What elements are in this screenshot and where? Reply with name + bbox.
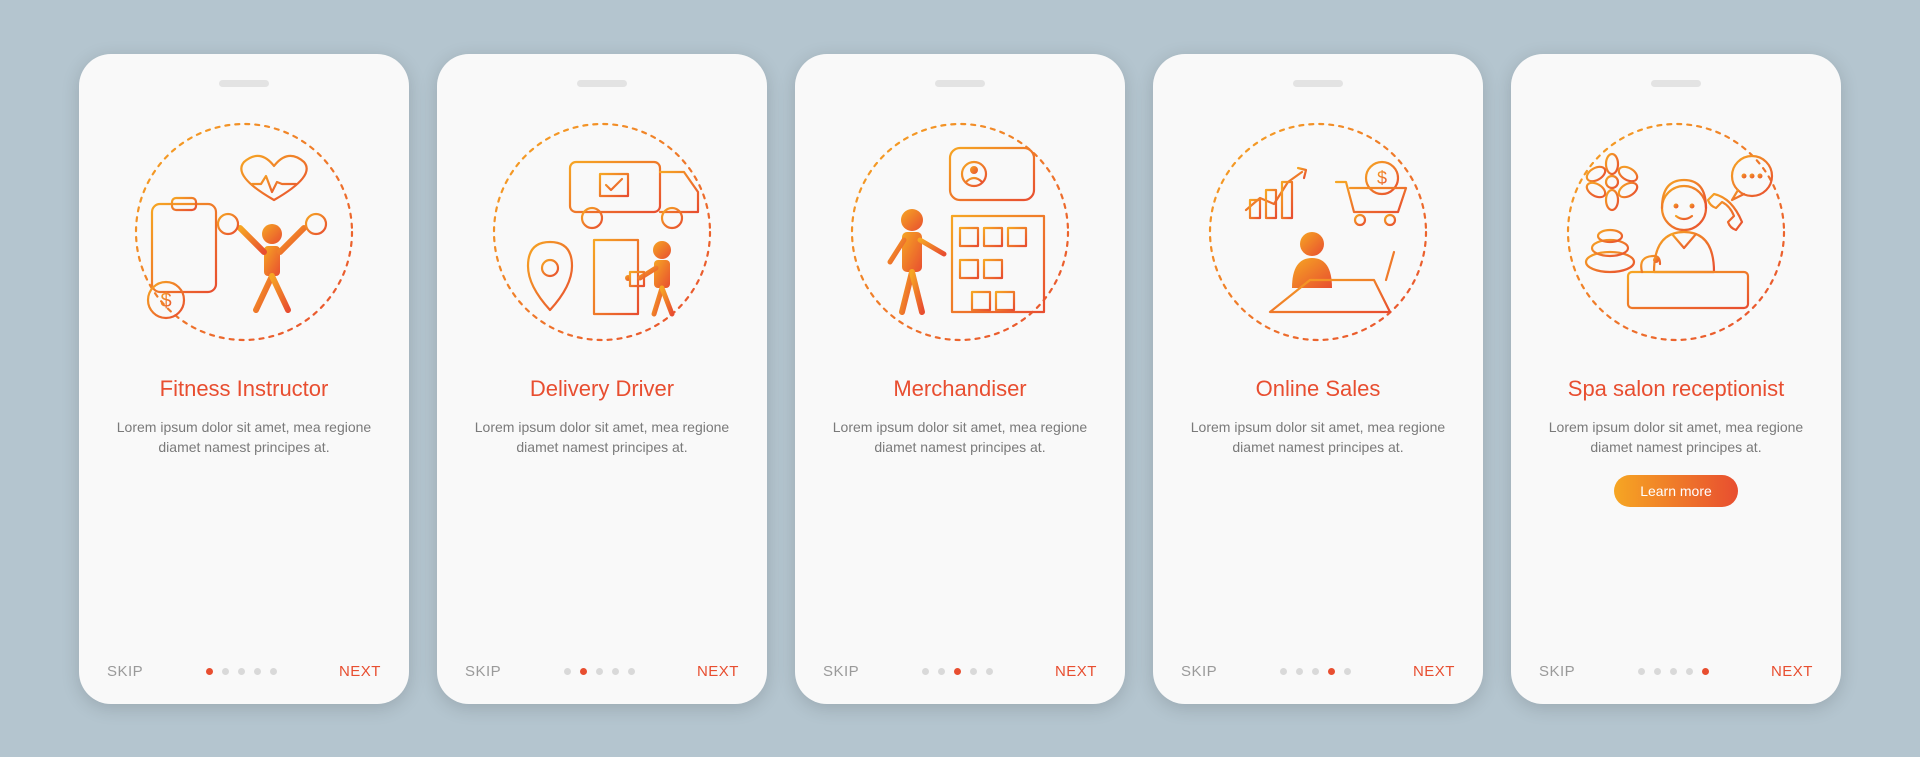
dot	[986, 668, 993, 675]
next-button[interactable]: NEXT	[1771, 663, 1813, 680]
dot	[612, 668, 619, 675]
dot	[596, 668, 603, 675]
phone-speaker	[1293, 80, 1343, 87]
page-indicator	[1280, 668, 1351, 675]
dot	[206, 668, 213, 675]
skip-button[interactable]: SKIP	[1181, 663, 1217, 680]
next-button[interactable]: NEXT	[1413, 663, 1455, 680]
screen-title: Fitness Instructor	[107, 375, 381, 403]
dot	[1702, 668, 1709, 675]
onboarding-screen: Spa salon receptionist Lorem ipsum dolor…	[1511, 54, 1841, 704]
dot	[1344, 668, 1351, 675]
page-indicator	[1638, 668, 1709, 675]
skip-button[interactable]: SKIP	[1539, 663, 1575, 680]
dot	[938, 668, 945, 675]
page-indicator	[564, 668, 635, 675]
skip-button[interactable]: SKIP	[823, 663, 859, 680]
dot	[254, 668, 261, 675]
merchandiser-icon	[823, 107, 1097, 357]
screen-description: Lorem ipsum dolor sit amet, mea regione …	[823, 417, 1097, 458]
page-indicator	[206, 668, 277, 675]
dot	[222, 668, 229, 675]
learn-more-button[interactable]: Learn more	[1614, 475, 1738, 507]
online-sales-icon: $	[1181, 107, 1455, 357]
page-indicator	[922, 668, 993, 675]
phone-speaker	[219, 80, 269, 87]
dot	[580, 668, 587, 675]
dot	[954, 668, 961, 675]
dot	[922, 668, 929, 675]
dot	[1670, 668, 1677, 675]
phone-speaker	[935, 80, 985, 87]
onboarding-screen: $ Online Sales Lorem ipsum dolor sit ame…	[1153, 54, 1483, 704]
next-button[interactable]: NEXT	[1055, 663, 1097, 680]
dot	[628, 668, 635, 675]
dot	[1686, 668, 1693, 675]
dot	[1280, 668, 1287, 675]
next-button[interactable]: NEXT	[339, 663, 381, 680]
fitness-instructor-icon: $	[107, 107, 381, 357]
phone-speaker	[1651, 80, 1701, 87]
dot	[238, 668, 245, 675]
dot	[1296, 668, 1303, 675]
screen-description: Lorem ipsum dolor sit amet, mea regione …	[1181, 417, 1455, 458]
next-button[interactable]: NEXT	[697, 663, 739, 680]
onboarding-screen: $ Fitness Instructor Lorem ipsum dolor s…	[79, 54, 409, 704]
skip-button[interactable]: SKIP	[107, 663, 143, 680]
onboarding-screen: Merchandiser Lorem ipsum dolor sit amet,…	[795, 54, 1125, 704]
screen-description: Lorem ipsum dolor sit amet, mea regione …	[1539, 417, 1813, 458]
screen-description: Lorem ipsum dolor sit amet, mea regione …	[465, 417, 739, 458]
skip-button[interactable]: SKIP	[465, 663, 501, 680]
screen-title: Delivery Driver	[465, 375, 739, 403]
delivery-driver-icon	[465, 107, 739, 357]
screen-title: Merchandiser	[823, 375, 1097, 403]
dot	[1638, 668, 1645, 675]
screen-description: Lorem ipsum dolor sit amet, mea regione …	[107, 417, 381, 458]
screen-title: Online Sales	[1181, 375, 1455, 403]
dot	[1654, 668, 1661, 675]
phone-speaker	[577, 80, 627, 87]
dot	[970, 668, 977, 675]
dot	[564, 668, 571, 675]
dot	[1328, 668, 1335, 675]
svg-text:$: $	[160, 290, 171, 312]
screen-title: Spa salon receptionist	[1539, 375, 1813, 403]
spa-receptionist-icon	[1539, 107, 1813, 357]
svg-text:$: $	[1377, 168, 1387, 188]
dot	[1312, 668, 1319, 675]
onboarding-screen: Delivery Driver Lorem ipsum dolor sit am…	[437, 54, 767, 704]
dot	[270, 668, 277, 675]
